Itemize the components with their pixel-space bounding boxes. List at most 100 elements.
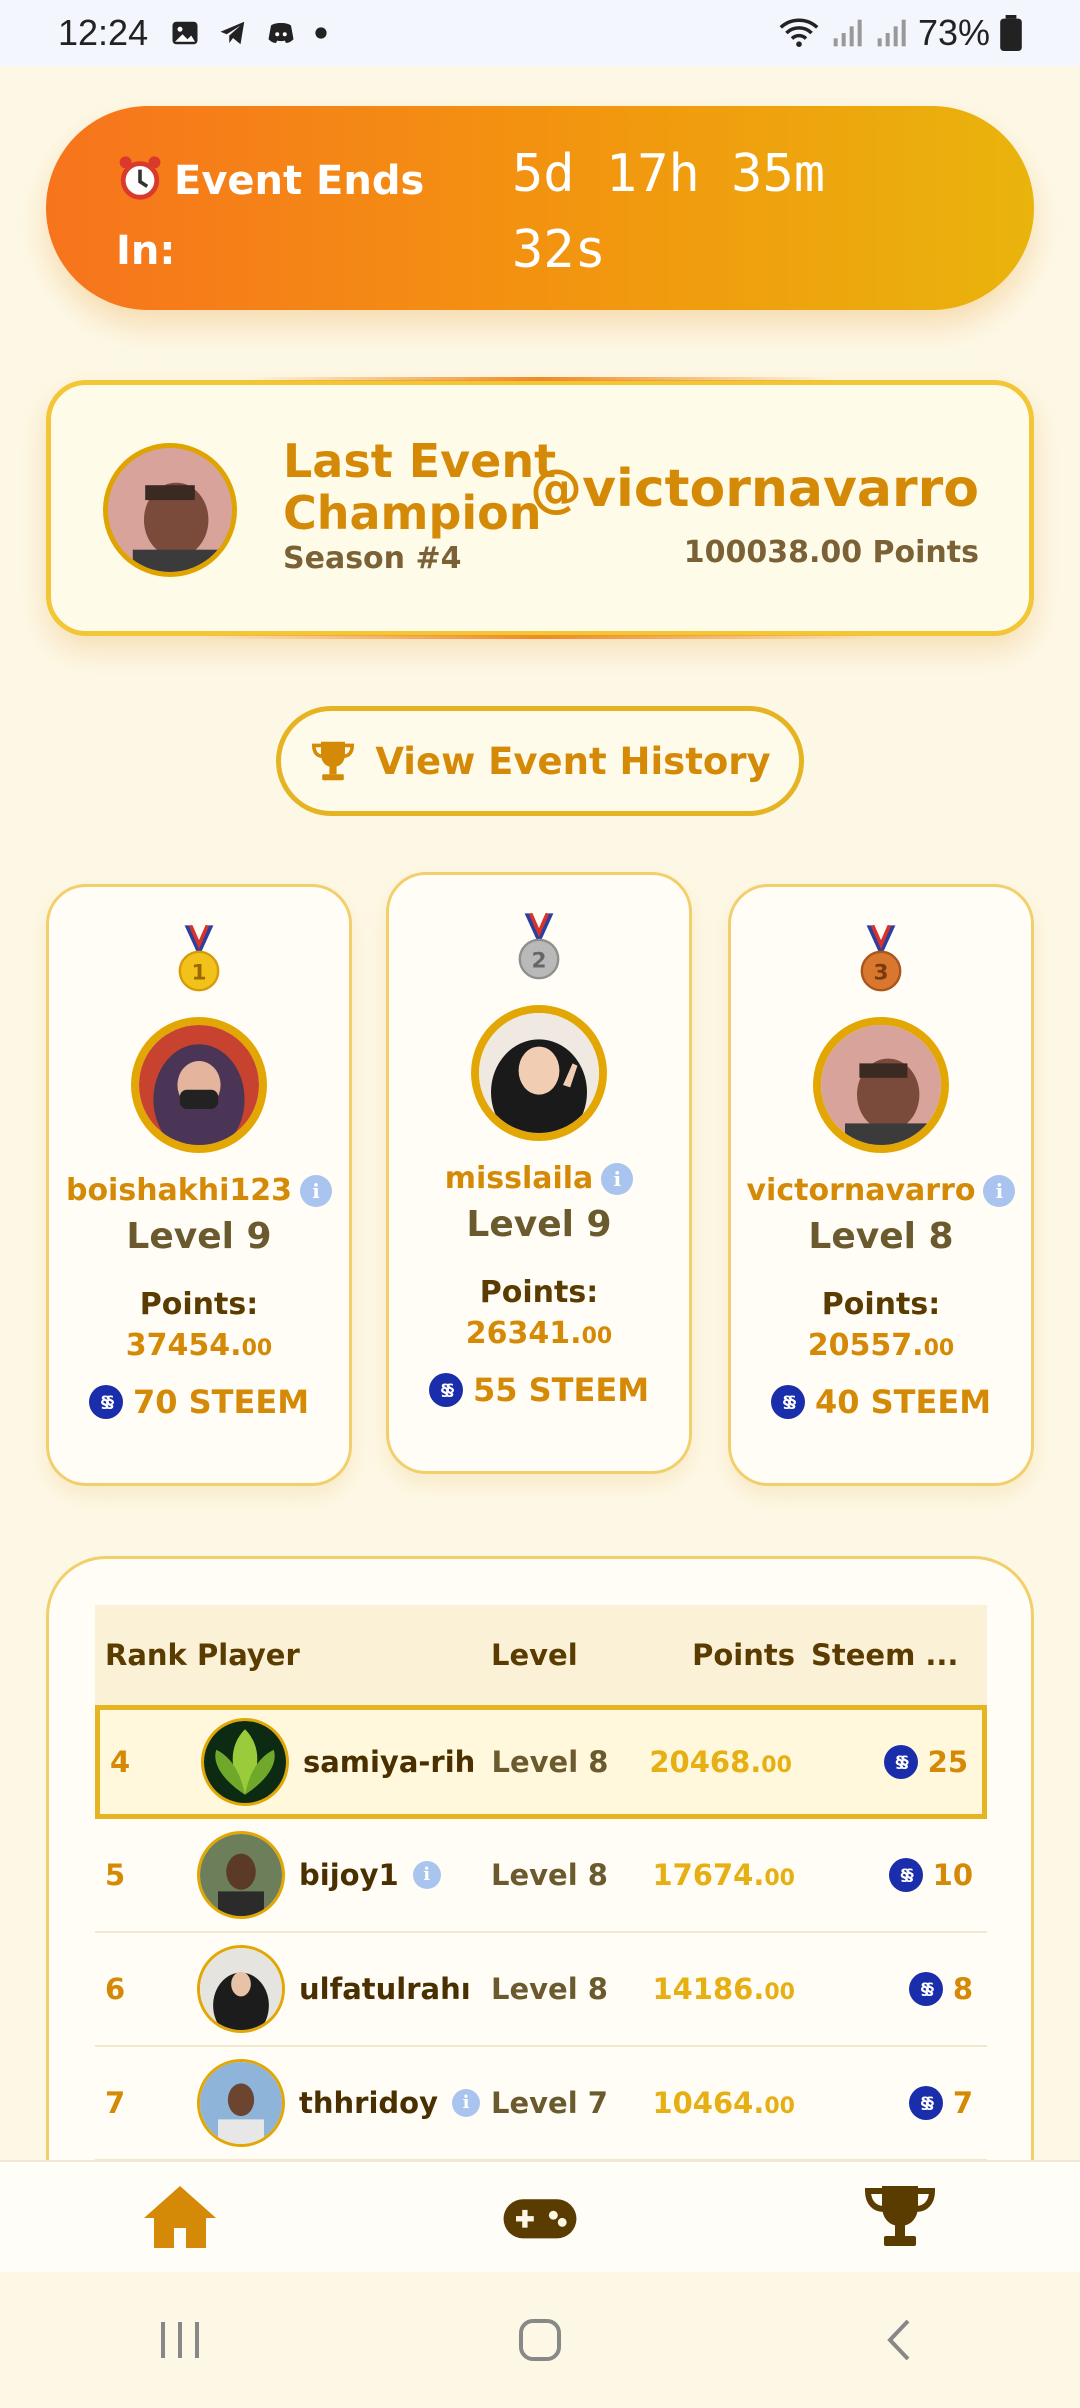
- champion-title: Last Event Champion: [283, 435, 556, 539]
- row-points: 20468.00: [640, 1745, 808, 1779]
- champion-title-line2: Champion: [283, 486, 542, 540]
- nav-leaderboard[interactable]: [840, 2172, 960, 2262]
- battery-icon: [1000, 15, 1022, 51]
- steem-icon: [908, 2086, 943, 2120]
- row-level: Level 7: [491, 2086, 608, 2120]
- info-icon[interactable]: i: [983, 1174, 1016, 1207]
- header-level[interactable]: Level: [491, 1638, 641, 1672]
- recent-apps-icon: [161, 2322, 199, 2358]
- countdown-label-wrap: Event Ends In:: [116, 146, 476, 286]
- row-level: Level 8: [491, 1858, 608, 1892]
- battery-percent: 73%: [917, 12, 990, 53]
- podium-points-2nd: 26341.00: [389, 1316, 689, 1351]
- event-countdown-banner: Event Ends In: 5d 17h 35m 32s: [46, 106, 1034, 310]
- row-rank: 4: [110, 1745, 131, 1779]
- steem-icon: [908, 1972, 943, 2006]
- row-player[interactable]: samiya-rih: [199, 1718, 492, 1806]
- countdown-time: 5d 17h 35m 32s: [512, 144, 826, 280]
- home-button[interactable]: [500, 2310, 580, 2370]
- podium-username-1st[interactable]: boishakhi123 i: [49, 1173, 349, 1208]
- steem-icon: [428, 1373, 463, 1407]
- row-player[interactable]: bijoy1 i: [195, 1831, 491, 1919]
- player-avatar: [197, 1831, 285, 1919]
- trophy-icon: [312, 741, 355, 781]
- row-rank: 7: [105, 2086, 126, 2120]
- row-points-int: 14186.: [652, 1972, 765, 2006]
- player-avatar: [197, 1945, 285, 2033]
- podium-level-2nd: Level 9: [466, 1204, 612, 1245]
- info-icon[interactable]: i: [300, 1174, 333, 1207]
- nav-games[interactable]: [480, 2172, 600, 2262]
- back-button[interactable]: [860, 2310, 940, 2370]
- status-right: 73%: [778, 12, 1022, 54]
- podium-username-3rd[interactable]: victornavarro i: [731, 1173, 1031, 1208]
- champion-season: Season #4: [283, 541, 462, 576]
- back-chevron-icon: [887, 2319, 910, 2361]
- podium-username-2nd[interactable]: misslaila i: [389, 1161, 689, 1196]
- row-level: Level 8: [491, 1972, 608, 2006]
- last-event-champion-card: Last Event Champion Season #4 @victornav…: [46, 377, 1034, 639]
- row-points: 14186.00: [641, 1972, 811, 2006]
- row-points-int: 10464.: [652, 2086, 765, 2120]
- row-level: Level 8: [491, 1745, 609, 1779]
- podium-points-int: 37454.: [125, 1328, 242, 1363]
- view-event-history-button[interactable]: View Event History: [276, 706, 804, 816]
- table-row[interactable]: 5 bijoy1 i Level 8 17674.00 10: [95, 1819, 987, 1933]
- status-bar: 12:24 73%: [0, 0, 1080, 66]
- info-icon[interactable]: i: [451, 2089, 480, 2117]
- steem-icon: [883, 1745, 918, 1779]
- row-steem-value: 25: [927, 1745, 968, 1779]
- podium-card-1st[interactable]: 1 boishakhi123 i Level 9 Points: 37454.00…: [46, 884, 352, 1486]
- nav-home[interactable]: [120, 2172, 240, 2262]
- header-rank[interactable]: Rank: [95, 1638, 195, 1672]
- row-steem: 10: [811, 1858, 987, 1892]
- discord-icon: [268, 23, 294, 43]
- podium-avatar-3rd: [813, 1017, 949, 1153]
- leaderboard-table[interactable]: Rank Player Level Points Steem ... 4 sam…: [46, 1556, 1034, 2256]
- champion-username[interactable]: @victornavarro: [530, 459, 979, 519]
- podium-points-3rd: 20557.00: [731, 1328, 1031, 1363]
- table-row[interactable]: 6 ulfatulrahı Level 8 14186.00 8: [95, 1933, 987, 2047]
- player-avatar: [197, 2059, 285, 2147]
- podium-card-2nd[interactable]: 2 misslailai Level 9 Points: 26341.00 55…: [386, 872, 692, 1474]
- champion-avatar-image: [108, 448, 232, 572]
- player-avatar: [200, 1718, 289, 1806]
- header-steem[interactable]: Steem ...: [811, 1638, 987, 1672]
- steem-icon: [888, 1858, 923, 1892]
- info-icon[interactable]: i: [601, 1162, 634, 1195]
- row-points-int: 17674.: [652, 1858, 765, 1892]
- row-points-dec: 00: [764, 1866, 795, 1891]
- podium-card-3rd[interactable]: 3 victornavarro i Level 8 Points: 20557.0…: [728, 884, 1034, 1486]
- steem-icon: [770, 1385, 805, 1419]
- signal-icon-2: [877, 19, 906, 47]
- player-name: samiya-rih: [302, 1745, 476, 1779]
- podium-avatar-1st: [131, 1017, 267, 1153]
- champion-title-line1: Last Event: [283, 434, 557, 488]
- header-player[interactable]: Player: [195, 1638, 491, 1672]
- row-steem: 8: [811, 1972, 987, 2006]
- bronze-medal-icon: 3: [860, 925, 902, 992]
- podium-points-1st: 37454.00: [49, 1328, 349, 1363]
- table-row[interactable]: 7 thhridoy i Level 7 10464.00 7: [95, 2047, 987, 2161]
- podium-reward-3rd: 40 STEEM: [731, 1383, 1031, 1421]
- table-row-current-user[interactable]: 4 samiya-rih Level 8 20468.00 25: [95, 1705, 987, 1819]
- podium-reward-1st: 70 STEEM: [49, 1383, 349, 1421]
- podium-avatar-2nd: [471, 1005, 607, 1141]
- recent-apps-button[interactable]: [140, 2310, 220, 2370]
- wifi-icon: [779, 18, 819, 47]
- podium-points-int: 26341.: [465, 1316, 582, 1351]
- row-points-dec: 00: [764, 2094, 795, 2119]
- row-points-int: 20468.: [649, 1745, 762, 1779]
- podium-reward-text: 40 STEEM: [814, 1383, 992, 1421]
- podium-level-3rd: Level 8: [808, 1216, 954, 1257]
- gallery-icon: [172, 21, 198, 45]
- podium-points-label: Points:: [139, 1287, 259, 1322]
- player-name: bijoy1: [299, 1858, 399, 1892]
- row-player[interactable]: thhridoy i: [195, 2059, 491, 2147]
- row-player[interactable]: ulfatulrahı: [195, 1945, 491, 2033]
- header-points[interactable]: Points: [641, 1638, 811, 1672]
- row-points-dec: 00: [764, 1980, 795, 2005]
- info-icon[interactable]: i: [412, 1861, 441, 1889]
- podium-level-1st: Level 9: [126, 1216, 272, 1257]
- podium-username-text: victornavarro: [746, 1173, 976, 1208]
